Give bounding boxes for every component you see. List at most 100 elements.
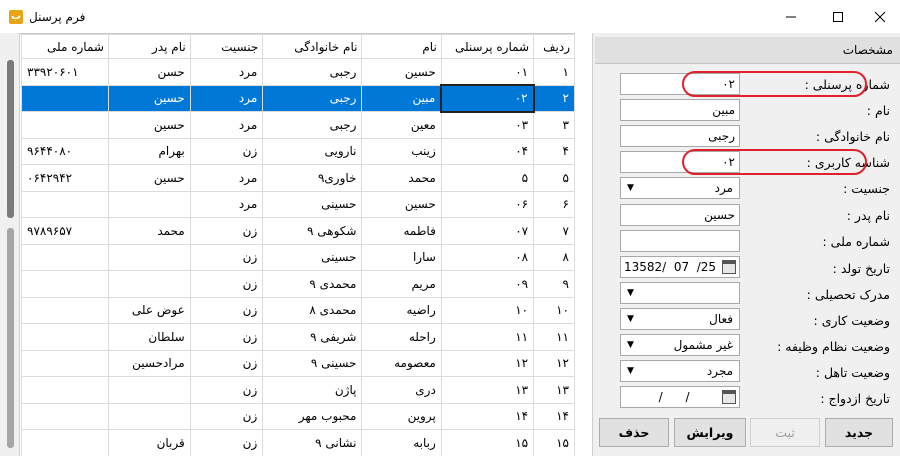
column-header[interactable]: ردیف [533,34,575,59]
user-id-input[interactable]: ٠٢ [620,151,740,173]
table-cell[interactable]: ٨ [533,243,575,271]
table-cell[interactable]: مبین [361,84,442,112]
table-cell[interactable]: شکوهی ٩ [262,217,363,245]
table-cell[interactable]: زن [189,296,264,324]
table-cell[interactable] [107,376,191,404]
table-cell[interactable]: ١۴ [533,402,575,430]
table-cell[interactable]: مرد [189,190,264,218]
table-cell[interactable]: زن [189,217,264,245]
table-row[interactable]: ١٢ ١٢ معصومه حسینی ٩ زن مرادحسین [21,349,575,377]
table-cell[interactable] [21,402,109,430]
calendar-icon[interactable] [722,390,736,404]
table-cell[interactable]: ٢ [533,84,575,112]
table-cell[interactable]: سلطان [107,323,191,351]
table-cell[interactable] [21,323,109,351]
gender-select[interactable]: مرد ▼ [620,177,740,199]
table-cell[interactable]: ٠۶ [440,190,535,218]
table-cell[interactable]: ٧ [533,217,575,245]
column-header[interactable]: شماره پرسنلی [440,34,535,59]
table-cell[interactable]: رجبی [262,84,363,112]
table-cell[interactable]: رجبی [262,58,363,86]
table-cell[interactable]: محبوب مهر [262,402,363,430]
table-cell[interactable]: راحله [361,323,442,351]
table-cell[interactable]: ربابه [361,429,442,456]
table-cell[interactable]: ١٣ [533,376,575,404]
table-cell[interactable] [21,349,109,377]
table-cell[interactable]: زن [189,349,264,377]
table-cell[interactable]: دری [361,376,442,404]
table-cell[interactable]: حسن [107,58,191,86]
table-cell[interactable] [107,243,191,271]
calendar-icon[interactable] [722,260,736,274]
table-row[interactable]: ١٣ ١٣ دری پاژن زن [21,376,575,404]
table-row[interactable]: ۶ ٠۶ حسین حسینی مرد [21,190,575,218]
table-cell[interactable] [21,376,109,404]
table-row[interactable]: ١١ ١١ راحله شریفی ٩ زن سلطان [21,323,575,351]
personnel-grid[interactable]: ردیف شماره پرسنلی نام نام خانوادگی جنسیت نام … [0,33,575,456]
table-row[interactable]: ٨ ٠٨ سارا حسینی زن [21,243,575,271]
close-button[interactable] [860,4,900,30]
table-cell[interactable]: ۵ [533,164,575,192]
table-cell[interactable] [107,270,191,298]
national-id-input[interactable] [620,230,740,252]
table-cell[interactable]: حسینی ٩ [262,349,363,377]
table-cell[interactable]: رجبی [262,111,363,139]
table-cell[interactable]: ١١ [533,323,575,351]
table-row[interactable]: ۵ ۵ محمد خاوری٩ مرد حسین ٠۶۴٢٩۴٢ [21,164,575,192]
table-cell[interactable]: نشانی ٩ [262,429,363,456]
table-cell[interactable] [21,84,109,112]
last-name-input[interactable]: رجبی [620,125,740,147]
edit-button[interactable]: ویرایش [674,418,746,447]
table-cell[interactable]: مرد [189,164,264,192]
table-cell[interactable]: ١٠ [440,296,535,324]
table-cell[interactable] [107,190,191,218]
table-cell[interactable]: پاژن [262,376,363,404]
table-cell[interactable]: معصومه [361,349,442,377]
table-cell[interactable]: ٠٧ [440,217,535,245]
father-name-input[interactable]: حسین [620,204,740,226]
table-cell[interactable]: نارویی [262,137,363,165]
scrollbar-thumb[interactable] [7,60,14,218]
table-cell[interactable]: زن [189,429,264,456]
table-cell[interactable]: ٠١ [440,58,535,86]
duty-status-select[interactable]: غیر مشمول ▼ [620,334,740,356]
table-cell[interactable]: مرد [189,58,264,86]
table-cell[interactable]: ١٢ [440,349,535,377]
table-cell[interactable]: راضیه [361,296,442,324]
table-cell[interactable]: محمدی ٩ [262,270,363,298]
table-cell[interactable]: محمدی ٨ [262,296,363,324]
table-cell[interactable] [21,429,109,456]
table-cell[interactable]: ۵ [440,164,535,192]
table-cell[interactable]: ٩۶۴۴٠٨٠ [21,137,109,165]
table-cell[interactable]: زن [189,402,264,430]
table-cell[interactable]: ١٠ [533,296,575,324]
personnel-no-input[interactable]: ٠٢ [620,73,740,95]
delete-button[interactable]: حذف [599,418,669,447]
table-cell[interactable]: ١۵ [440,429,535,456]
grid-vertical-scrollbar[interactable] [0,33,20,456]
table-cell[interactable]: مرد [189,84,264,112]
table-cell[interactable]: فاطمه [361,217,442,245]
table-cell[interactable]: شریفی ٩ [262,323,363,351]
table-cell[interactable]: مرادحسین [107,349,191,377]
table-cell[interactable]: پروین [361,402,442,430]
table-row[interactable]: ٢ ٠٢ مبین رجبی مرد حسین [21,84,575,113]
table-cell[interactable] [21,270,109,298]
table-cell[interactable]: ١٢ [533,349,575,377]
table-cell[interactable]: ٠۴ [440,137,535,165]
marital-status-select[interactable]: مجرد ▼ [620,360,740,382]
table-cell[interactable]: بهرام [107,137,191,165]
column-header[interactable]: نام خانوادگی [262,34,363,59]
column-header[interactable]: نام پدر [107,34,191,59]
first-name-input[interactable]: مبین [620,99,740,121]
table-cell[interactable]: عوض علی [107,296,191,324]
table-cell[interactable]: ٠۶۴٢٩۴٢ [21,164,109,192]
table-cell[interactable] [21,243,109,271]
table-cell[interactable]: سارا [361,243,442,271]
table-cell[interactable] [107,402,191,430]
table-cell[interactable]: حسین [107,84,191,112]
column-header[interactable]: نام [361,34,442,59]
table-cell[interactable]: ١١ [440,323,535,351]
table-cell[interactable]: ۴ [533,137,575,165]
table-cell[interactable]: ١ [533,58,575,86]
